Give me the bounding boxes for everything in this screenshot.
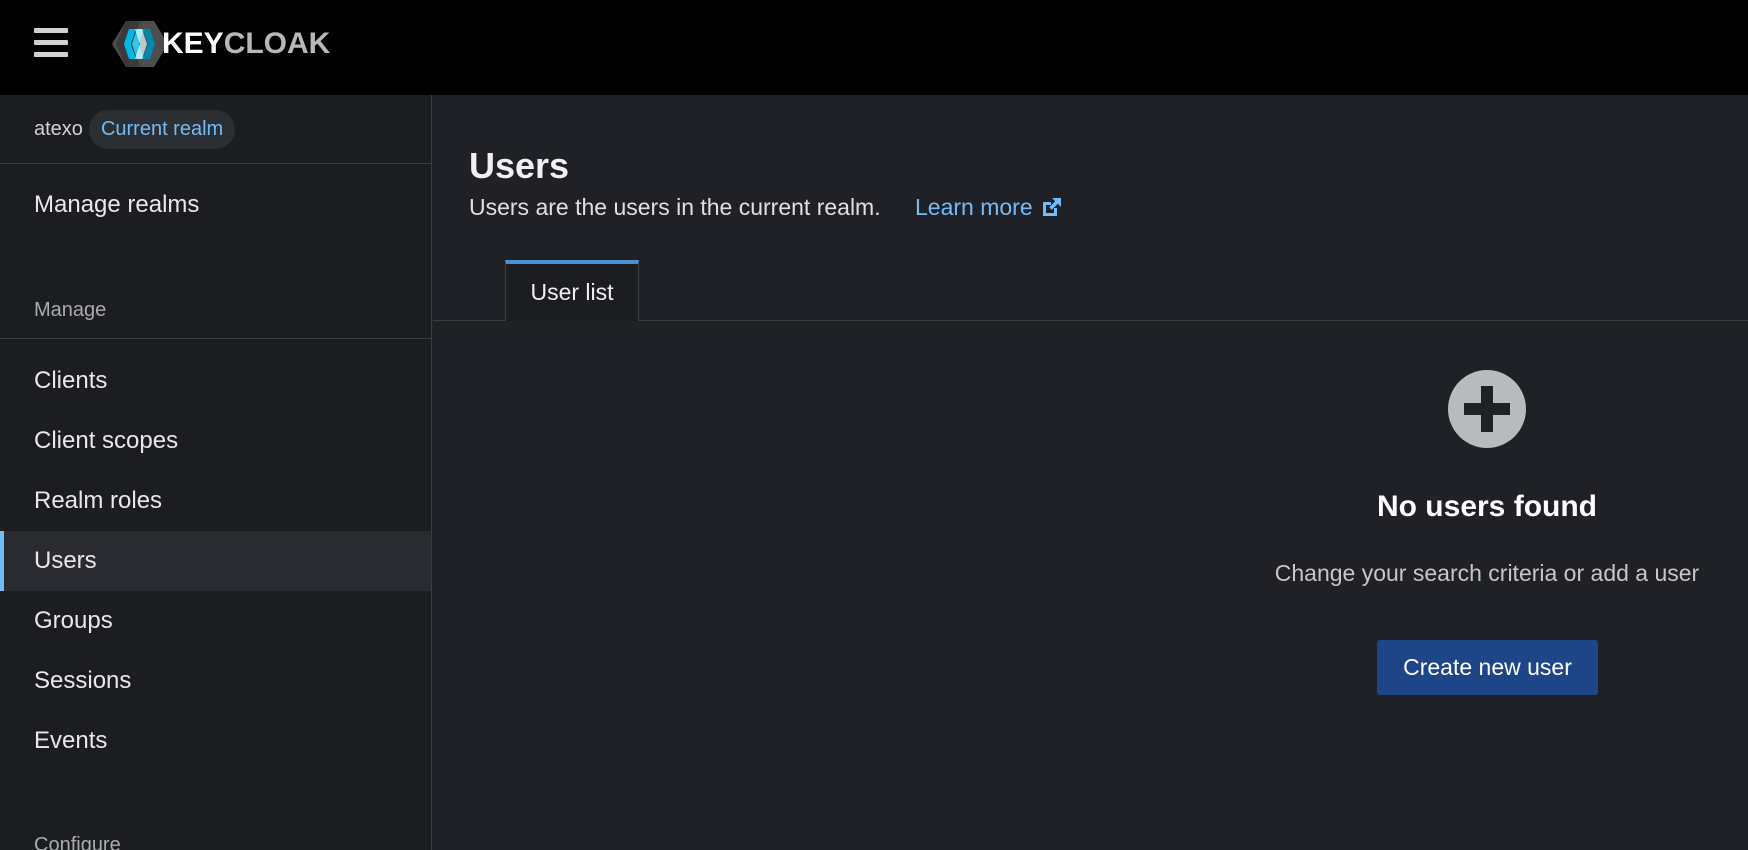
learn-more-link[interactable]: Learn more <box>915 194 1063 221</box>
keycloak-logo-icon <box>112 21 168 67</box>
page-description: Users are the users in the current realm… <box>469 194 881 220</box>
sidebar-item-users[interactable]: Users <box>0 531 431 591</box>
sidebar: atexo Current realm Manage realms Manage… <box>0 95 432 850</box>
plus-circle-icon <box>1448 370 1526 448</box>
empty-state-title: No users found <box>1376 490 1597 523</box>
realm-name: atexo <box>34 117 83 140</box>
section-divider <box>0 338 431 339</box>
current-realm-badge: Current realm <box>88 109 236 149</box>
learn-more-label: Learn more <box>915 194 1033 220</box>
brand-wordmark: KEYCLOAK <box>162 27 331 60</box>
sidebar-item-sessions[interactable]: Sessions <box>0 651 431 711</box>
main-content: Users Users are the users in the current… <box>433 95 1748 850</box>
sidebar-section-manage: Manage <box>34 299 107 321</box>
sidebar-item-realm-roles[interactable]: Realm roles <box>0 471 431 531</box>
sidebar-item-client-scopes[interactable]: Client scopes <box>0 411 431 471</box>
brand-logo[interactable]: KEYCLOAK <box>112 18 330 70</box>
sidebar-item-clients[interactable]: Clients <box>0 351 431 411</box>
tab-user-list[interactable]: User list <box>505 260 639 321</box>
sidebar-item-manage-realms[interactable]: Manage realms <box>0 175 431 235</box>
external-link-icon <box>1042 197 1061 216</box>
sidebar-item-events[interactable]: Events <box>0 711 431 771</box>
realm-selector[interactable]: atexo Current realm <box>0 95 431 164</box>
sidebar-section-configure: Configure <box>34 834 121 850</box>
empty-state-body: Change your search criteria or add a use… <box>1274 560 1700 586</box>
masthead: KEYCLOAK <box>0 0 1748 95</box>
page-title: Users <box>469 145 570 186</box>
hamburger-icon[interactable] <box>34 28 70 58</box>
create-new-user-button[interactable]: Create new user <box>1377 640 1598 695</box>
sidebar-item-groups[interactable]: Groups <box>0 591 431 651</box>
